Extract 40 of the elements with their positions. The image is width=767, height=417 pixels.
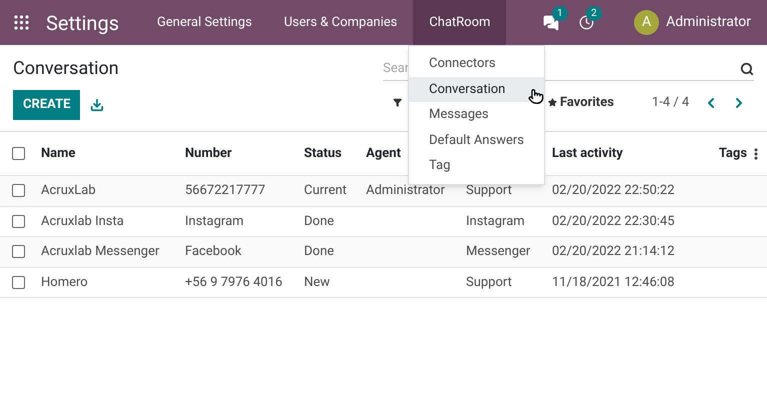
table-cell-text: Messenger xyxy=(466,243,532,261)
nav-menu-item[interactable]: ChatRoom xyxy=(413,0,506,45)
table-cell-text: 02/20/2022 21:14:12 xyxy=(552,243,676,261)
table-cell-text: New xyxy=(304,274,331,292)
column-header[interactable]: Tags xyxy=(718,144,747,164)
column-header[interactable]: Number xyxy=(185,144,304,164)
table-cell-text: 11/18/2021 12:46:08 xyxy=(552,274,676,292)
page-title: Conversation xyxy=(13,57,120,81)
create-button[interactable]: CREATE xyxy=(13,90,80,120)
table-cell-text: Instagram xyxy=(466,212,526,230)
dropdown-item[interactable]: Tag xyxy=(409,153,544,178)
table-cell-text: Acruxlab Insta xyxy=(41,212,125,230)
user-name[interactable]: Administrator xyxy=(666,12,751,33)
table-cell-text: Administrator xyxy=(366,182,446,200)
table-cell-text: Instagram xyxy=(185,212,245,230)
table-cell-text: Acruxlab Messenger xyxy=(41,243,160,261)
table-cell-text: Support xyxy=(466,274,513,292)
dropdown-item[interactable]: Connectors xyxy=(409,51,544,76)
column-header[interactable]: Status xyxy=(304,144,366,164)
table-cell-text: Done xyxy=(304,212,336,230)
table-cell-text: Facebook xyxy=(185,243,242,261)
table-cell-text: Done xyxy=(304,243,336,261)
table-cell-text: 02/20/2022 22:30:45 xyxy=(552,212,676,230)
notification-badge: 1 xyxy=(552,6,568,20)
column-header[interactable]: Name xyxy=(41,144,185,164)
dropdown-item[interactable]: Conversation xyxy=(409,76,544,102)
dropdown-item[interactable]: Default Answers xyxy=(409,128,544,153)
table-cell-text: Support xyxy=(466,182,513,200)
table-cell-text: Homero xyxy=(41,274,89,292)
table-cell-text: AcruxLab xyxy=(41,182,97,200)
app-title: Settings xyxy=(46,10,120,36)
table-cell-text: Current xyxy=(304,182,348,200)
pager-value: 1-4 / 4 xyxy=(652,94,690,112)
table-cell-text: 02/20/2022 22:50:22 xyxy=(552,182,676,200)
table-cell-text: +56 9 7976 4016 xyxy=(185,274,284,292)
table-cell-text: 56672217777 xyxy=(185,182,266,200)
column-header[interactable]: Last activity xyxy=(552,144,717,164)
notification-badge: 2 xyxy=(586,6,602,21)
dropdown-item[interactable]: Messages xyxy=(409,102,544,128)
favorites-label[interactable]: Favorites xyxy=(560,93,614,112)
